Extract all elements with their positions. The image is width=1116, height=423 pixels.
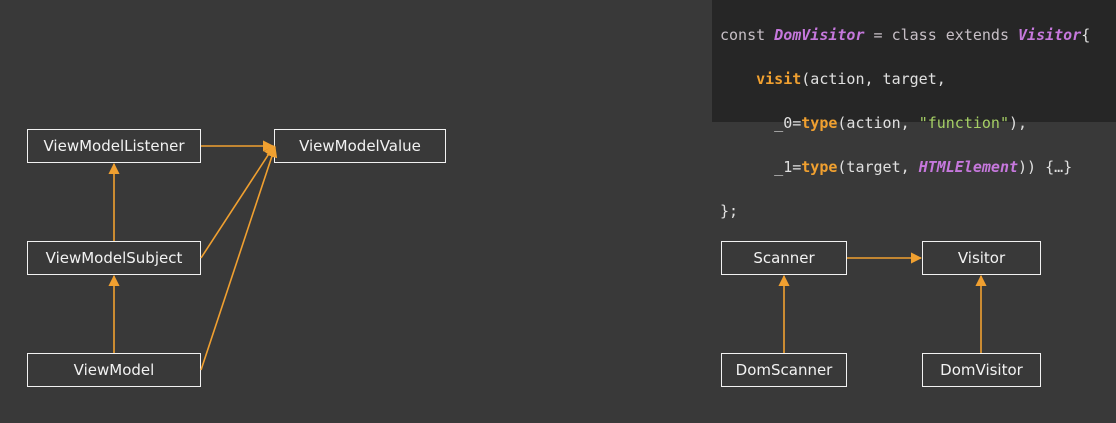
code-line-5: };: [720, 200, 1116, 222]
code-html-element: HTMLElement: [918, 158, 1019, 176]
code-method-params: (action, target,: [801, 70, 946, 88]
code-method-name: visit: [756, 70, 802, 88]
code-class-name: DomVisitor: [774, 26, 865, 44]
code-line-1: const DomVisitor = class extends Visitor…: [720, 24, 1116, 46]
code-type-call: type: [801, 114, 838, 132]
code-snippet: const DomVisitor = class extends Visitor…: [712, 0, 1116, 220]
code-close-paren: ),: [1009, 114, 1028, 132]
subject-to-value-arrow: [200, 145, 275, 259]
viewmodel-to-value-arrow: [200, 145, 278, 371]
code-extends-text: = class extends: [864, 26, 1019, 44]
code-type-args: (action,: [837, 114, 919, 132]
code-type-args-2: (target,: [837, 158, 919, 176]
code-param-1: _1=: [720, 158, 802, 176]
code-line-4: _1=type(target, HTMLElement)) {…}: [720, 156, 1116, 178]
code-end: };: [720, 202, 739, 220]
code-open-brace: {: [1081, 26, 1091, 44]
code-line-2: visit(action, target,: [720, 68, 1116, 90]
code-line-3: _0=type(action, "function"),: [720, 112, 1116, 134]
code-param-0: _0=: [720, 114, 802, 132]
code-type-call-2: type: [801, 158, 838, 176]
code-const-keyword: const: [720, 26, 775, 44]
code-string-literal: "function": [918, 114, 1009, 132]
code-base-class: Visitor: [1018, 26, 1082, 44]
code-body: )) {…}: [1018, 158, 1073, 176]
